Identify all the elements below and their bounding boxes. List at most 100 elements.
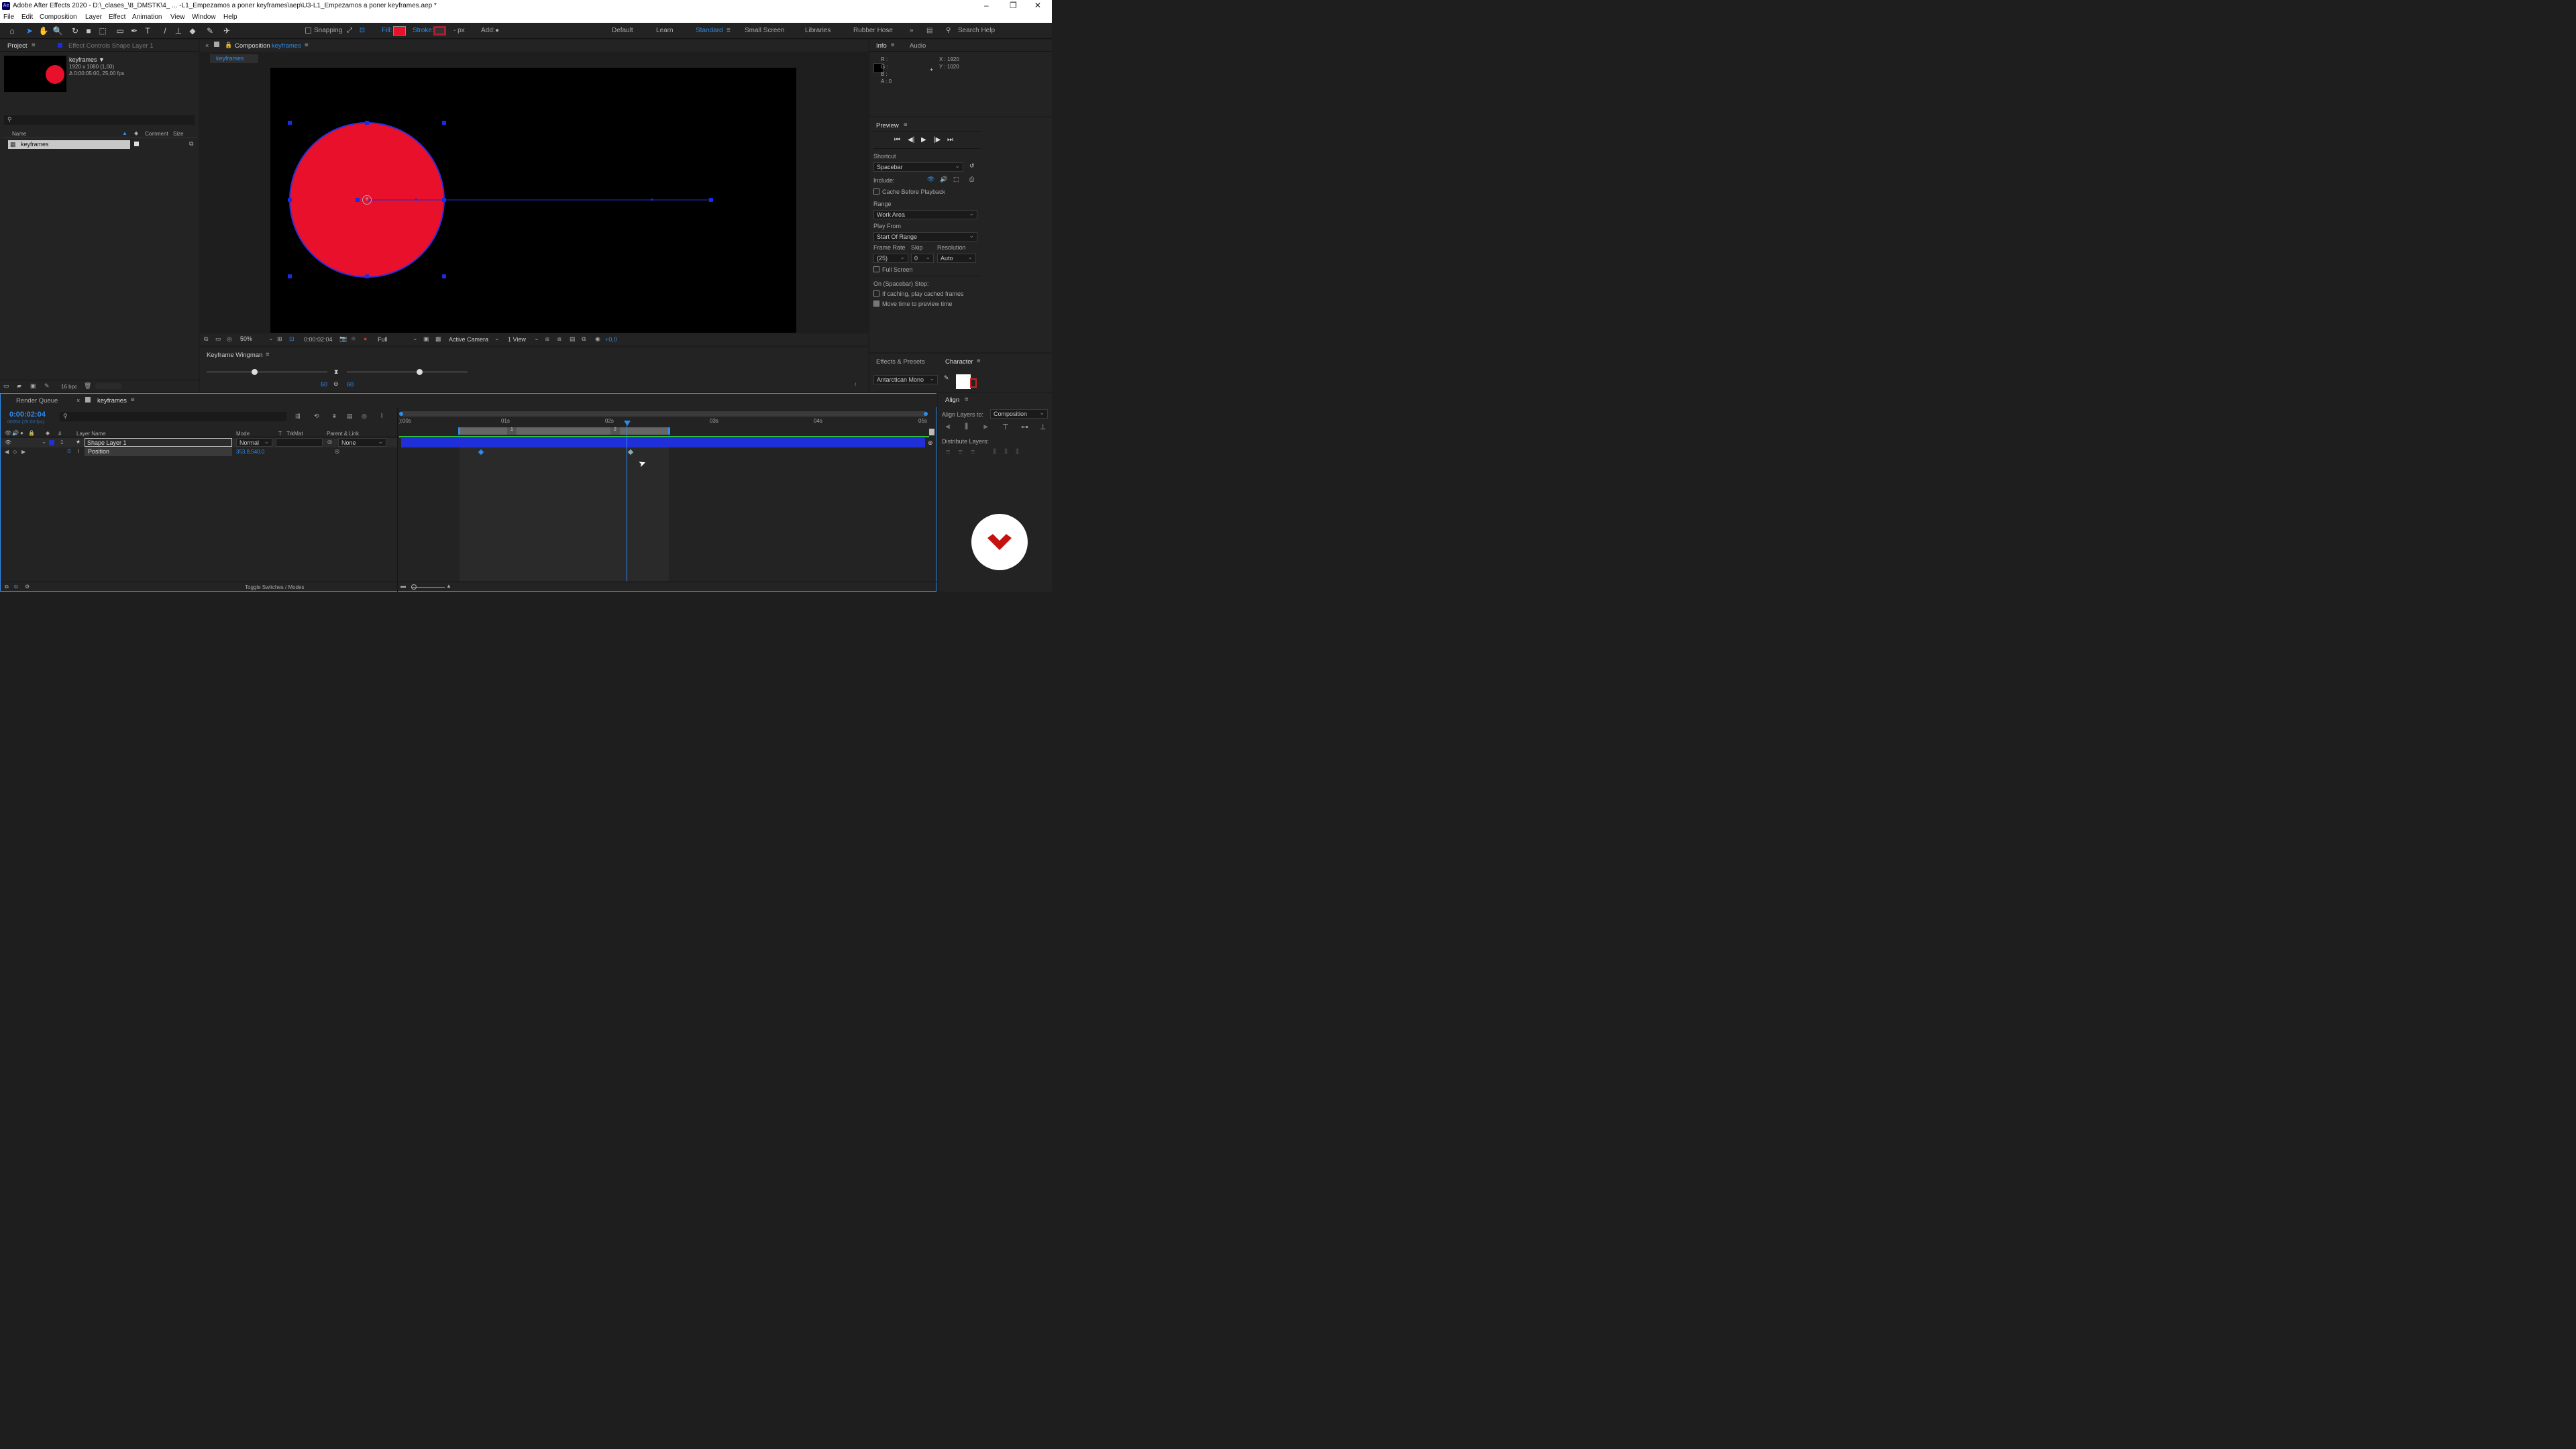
last-frame-icon[interactable]: ⏭ [947,136,953,144]
close-comp-tab-icon[interactable]: × [205,42,209,49]
restore-icon[interactable]: ❐ [1010,1,1017,10]
wingman-left-thumb[interactable] [252,369,258,375]
frame-blending-icon[interactable]: ▤ [347,413,353,420]
property-name-field[interactable]: Position [85,447,232,456]
tab-info[interactable]: Info [876,42,887,50]
align-menu-icon[interactable]: ≡ [965,396,969,403]
workspace-learn[interactable]: Learn [656,27,674,34]
wingman-title[interactable]: Keyframe Wingman [207,352,262,359]
external-video-icon[interactable]: ⎙ [969,176,974,183]
camera-select[interactable]: Active Camera [449,336,488,343]
align-vcenter-icon[interactable]: ⊶ [1021,423,1028,431]
view-layout-select[interactable]: 1 View [508,336,526,343]
hand-tool-icon[interactable]: ✋ [38,25,49,36]
zoom-dropdown-icon[interactable]: ⌄ [268,335,274,342]
show-snapshot-icon[interactable]: ❋ [351,335,356,343]
snap-icon[interactable]: ⤢ [344,25,355,36]
thumbnail-slider[interactable] [95,383,122,389]
full-screen-checkbox[interactable] [873,266,879,274]
item-name[interactable]: keyframes ▼ [69,56,105,63]
menu-help[interactable]: Help [223,13,237,21]
safe-margins-icon[interactable]: ⊡ [289,335,294,343]
reset-exposure-icon[interactable]: ◉ [595,335,600,343]
parent-select[interactable]: None [338,438,386,447]
timeline-search-input[interactable]: ⚲ [60,412,286,421]
search-help-input[interactable]: Search Help [958,27,995,34]
anchor-point-icon[interactable]: + [362,195,372,205]
lock-icon[interactable]: 🔒 [225,42,232,49]
preview-menu-icon[interactable]: ≡ [904,121,908,129]
playhead-handle[interactable] [624,421,631,426]
tab-project[interactable]: Project [7,42,28,50]
stroke-width[interactable]: - px [453,27,465,34]
previous-frame-icon[interactable]: ◀| [908,136,914,144]
workspace-menu-icon[interactable]: ≡ [727,27,731,34]
add-menu-icon[interactable]: ● [495,27,499,34]
type-tool-icon[interactable]: T [142,25,153,36]
toggle-pixel-aspect-icon[interactable]: ⧈ [545,335,549,343]
minimize-icon[interactable]: – [984,1,989,10]
workspace-standard[interactable]: Standard [696,27,723,34]
camera-dropdown-icon[interactable]: ⌄ [494,335,500,342]
align-top-icon[interactable]: ⊤ [1002,423,1009,431]
timeline-zoom-thumb[interactable] [411,584,417,590]
motion-blur-icon[interactable]: ◎ [362,413,367,420]
menu-view[interactable]: View [170,13,185,21]
snapshot-icon[interactable]: 📷 [339,335,347,343]
move-time-checkbox[interactable] [873,301,879,308]
roto-brush-tool-icon[interactable]: ✎ [205,25,215,36]
align-title[interactable]: Align [945,396,959,404]
rotate-tool-icon[interactable]: ↻ [70,25,80,36]
stroke-swatch[interactable] [433,26,446,36]
wingman-menu-icon[interactable]: ≡ [266,351,270,358]
include-video-icon[interactable]: 👁 [927,176,934,183]
include-overlays-icon[interactable]: ⬚ [953,176,959,183]
workspace-small-screen[interactable]: Small Screen [745,27,784,34]
graph-icon[interactable]: ⌇ [77,448,80,454]
menu-edit[interactable]: Edit [21,13,33,21]
font-family-select[interactable]: Antarctican Mono [873,375,938,384]
fast-previews-icon[interactable]: ⧇ [557,335,561,343]
new-comp-icon[interactable]: ▣ [30,382,36,390]
graph-editor-icon[interactable]: ⌇ [380,413,383,420]
path-keyframe-end[interactable] [709,198,713,202]
selection-tool-icon[interactable]: ➤ [24,25,35,36]
camera-tool-icon[interactable]: ■ [83,25,94,36]
bbox-handle-tc[interactable] [365,121,369,125]
rectangle-tool-icon[interactable]: ▭ [115,25,125,36]
zoom-tool-icon[interactable]: 🔍 [52,25,63,36]
fill-swatch[interactable] [393,26,406,36]
fill-color-swatch[interactable] [956,374,971,389]
align-left-icon[interactable]: ⫷ [946,423,950,431]
align-to-select[interactable]: Composition [990,409,1048,419]
character-menu-icon[interactable]: ≡ [977,358,981,365]
zoom-select[interactable]: 50% [240,335,252,342]
if-caching-checkbox[interactable] [873,290,879,298]
comp-mini-flowchart-icon[interactable]: ⇶ [295,413,301,420]
comp-breadcrumb[interactable]: keyframes [210,54,258,63]
col-trkmat[interactable]: TrkMat [286,431,303,437]
bbox-handle-ml[interactable] [288,198,292,202]
workspace-libraries[interactable]: Libraries [805,27,830,34]
menu-layer[interactable]: Layer [85,13,102,21]
resolution-select[interactable]: Auto [937,254,976,263]
tab-effect-controls[interactable]: Effect Controls Shape Layer 1 [68,42,154,50]
comp-tab-name[interactable]: keyframes [272,42,301,50]
workspace-panel-icon[interactable]: ▤ [926,27,932,34]
frame-rate-select[interactable]: (25) [873,254,908,263]
project-search-input[interactable]: ⚲ [4,115,195,125]
layer-name-field[interactable]: Shape Layer 1 [85,438,232,447]
shortcut-select[interactable]: Spacebar [873,162,963,172]
flowchart-icon[interactable]: ⧉ [582,335,586,343]
toggle-switches-modes[interactable]: Toggle Switches / Modes [245,584,305,590]
home-icon[interactable]: ⌂ [7,25,17,36]
align-right-icon[interactable]: ⫸ [983,423,987,431]
col-layer-name[interactable]: Layer Name [76,431,106,437]
timeline-timecode[interactable]: 0:00:02:04 [9,411,46,419]
preview-title[interactable]: Preview [876,122,899,129]
range-select[interactable]: Work Area [873,210,977,219]
marker-2[interactable]: 2 [610,427,620,435]
snapping-checkbox[interactable] [305,28,311,35]
audio-toggle-icon[interactable]: 🔊 [12,430,19,436]
position-property-row[interactable]: ◀ ◇ ▶ ⏱ ⌇ Position 353,8,540,0 ◎ [1,447,398,457]
